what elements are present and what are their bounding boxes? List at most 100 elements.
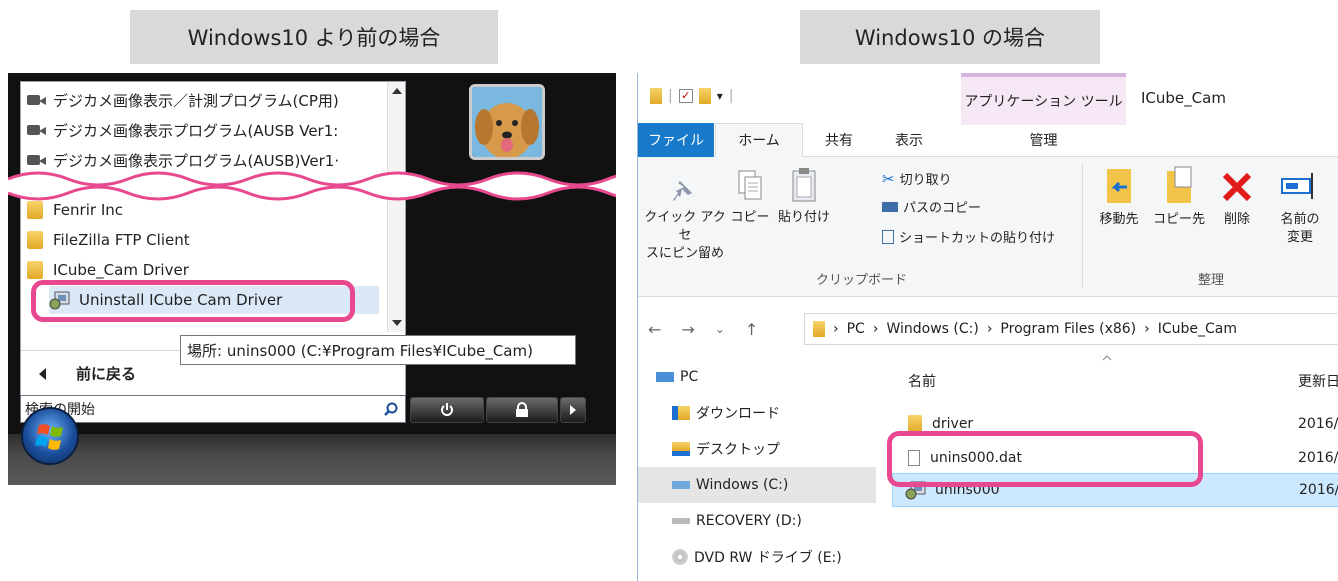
program-label: デジカメ画像表示プログラム(AUSB Ver1: (53, 121, 339, 140)
nav-dvd-e[interactable]: DVD RW ドライブ (E:) (638, 539, 876, 575)
group-separator (1082, 163, 1083, 287)
lock-button[interactable] (486, 397, 558, 423)
program-label: デジカメ画像表示／計測プログラム(CP用) (53, 91, 339, 110)
paste-label: 貼り付け (777, 210, 830, 225)
caption-windows10: Windows10 の場合 (800, 10, 1100, 64)
move-to-button[interactable]: 移動先 (1090, 165, 1148, 229)
user-avatar[interactable] (469, 84, 545, 160)
taskbar (8, 434, 616, 485)
paste-shortcut-button[interactable]: ショートカットの貼り付け (882, 227, 1055, 246)
nav-label: デスクトップ (696, 442, 780, 458)
column-header-name[interactable]: 名前 (908, 371, 936, 391)
rename-label-2: 変更 (1286, 230, 1313, 245)
tab-manage[interactable]: 管理 (961, 123, 1126, 157)
shutdown-options-button[interactable] (560, 397, 586, 423)
copy-path-button[interactable]: パスのコピー (882, 197, 981, 216)
file-date: 2016/ (1298, 450, 1338, 466)
scissors-icon: ✂ (882, 169, 895, 188)
rename-button[interactable]: 名前の 変更 (1270, 167, 1330, 247)
customize-toolbar-icon[interactable]: ▾ (717, 89, 723, 103)
sort-caret-icon (1102, 355, 1112, 361)
nav-label: Windows (C:) (696, 477, 789, 493)
tab-home[interactable]: ホーム (715, 123, 803, 157)
cut-label: 切り取り (899, 173, 952, 188)
chevron-right-icon (570, 405, 576, 415)
nav-label: ダウンロード (696, 406, 780, 422)
application-tools-context: アプリケーション ツール (961, 73, 1126, 125)
scroll-down-icon[interactable] (392, 320, 402, 326)
nav-label: DVD RW ドライブ (E:) (694, 550, 842, 566)
camera-icon (27, 123, 47, 137)
folder-label: ICube_Cam Driver (53, 261, 189, 279)
back-arrow-icon[interactable]: ← (648, 320, 661, 339)
move-to-icon (1107, 169, 1131, 203)
ribbon-home: クイック アクセ スにピン留め コピー 貼り付け ✂ 切り取り パスのコピー シ… (638, 157, 1338, 297)
copy-to-icon (1167, 166, 1192, 203)
pc-icon (656, 372, 674, 382)
copy-button[interactable]: コピー (730, 165, 770, 227)
breadcrumb-pc[interactable]: PC (847, 321, 865, 337)
copy-to-button[interactable]: コピー先 (1150, 165, 1208, 229)
lock-icon (516, 402, 528, 417)
pin-to-quick-access-button[interactable]: クイック アクセ スにピン留め (642, 175, 728, 263)
search-icon[interactable] (383, 401, 399, 417)
folder-icon (813, 321, 825, 337)
up-arrow-icon[interactable]: ↑ (745, 320, 758, 339)
windows-start-orb-icon[interactable] (21, 407, 79, 465)
breadcrumb-icube-cam[interactable]: ICube_Cam (1158, 321, 1237, 337)
recent-locations-icon[interactable]: ⌄ (715, 322, 725, 336)
shutdown-button[interactable] (410, 397, 484, 423)
pin-label-1: クイック アクセ (644, 210, 726, 243)
dvd-icon (672, 549, 688, 565)
folder-item[interactable]: FileZilla FTP Client (27, 226, 190, 254)
folder-icon (650, 88, 662, 104)
copy-path-icon (882, 201, 898, 212)
file-explorer-window: | ✓ ▾ | アプリケーション ツール ICube_Cam ファイル ホーム … (637, 73, 1338, 581)
properties-check-icon[interactable]: ✓ (678, 89, 693, 103)
organize-group-label: 整理 (1198, 273, 1225, 288)
paste-button[interactable]: 貼り付け (776, 165, 832, 227)
folder-icon (27, 261, 43, 279)
column-header-date[interactable]: 更新日 (1298, 371, 1338, 391)
paste-icon (792, 168, 816, 202)
breadcrumb-program-files-x86[interactable]: Program Files (x86) (1000, 321, 1136, 337)
rename-icon (1281, 173, 1313, 199)
drive-icon (672, 518, 690, 524)
search-input[interactable]: 検索の開始 (20, 395, 406, 423)
dog-avatar-icon (472, 87, 542, 157)
back-label: 前に戻る (76, 365, 137, 383)
new-folder-icon[interactable] (698, 88, 711, 104)
power-controls (410, 397, 586, 423)
tab-view[interactable]: 表示 (874, 123, 944, 157)
nav-desktop[interactable]: デスクトップ (638, 431, 876, 467)
nav-recovery-d[interactable]: RECOVERY (D:) (638, 503, 876, 539)
program-list-scrollbar[interactable] (387, 82, 405, 332)
cut-wave (8, 171, 616, 201)
copy-path-label: パスのコピー (903, 201, 982, 216)
copy-label: コピー (730, 210, 770, 225)
program-item[interactable]: デジカメ画像表示／計測プログラム(CP用) (27, 86, 387, 114)
window-title: ICube_Cam (1141, 89, 1226, 107)
cut-button[interactable]: ✂ 切り取り (882, 169, 952, 189)
nav-downloads[interactable]: ダウンロード (638, 395, 876, 431)
paste-shortcut-icon (882, 229, 894, 244)
start-menu: デジカメ画像表示／計測プログラム(CP用) デジカメ画像表示プログラム(AUSB… (8, 73, 616, 485)
nav-pc[interactable]: PC (638, 359, 876, 395)
folder-icon (27, 231, 43, 249)
tab-file[interactable]: ファイル (638, 123, 714, 157)
breadcrumb[interactable]: › PC › Windows (C:) › Program Files (x86… (804, 313, 1338, 345)
forward-arrow-icon[interactable]: → (681, 320, 694, 339)
unins000-highlight (887, 431, 1203, 487)
breadcrumb-windows-c[interactable]: Windows (C:) (886, 321, 978, 337)
pin-label-2: スにピン留め (645, 246, 724, 261)
file-date: 2016/ (1299, 482, 1338, 498)
delete-button[interactable]: 削除 (1216, 167, 1258, 229)
ribbon-tabs: ファイル ホーム 共有 表示 管理 (638, 119, 1338, 157)
program-item[interactable]: デジカメ画像表示プログラム(AUSB Ver1: (27, 116, 387, 144)
delete-label: 削除 (1223, 212, 1250, 227)
nav-windows-c[interactable]: Windows (C:) (638, 467, 876, 503)
caption-before-windows10: Windows10 より前の場合 (130, 10, 498, 64)
tab-share[interactable]: 共有 (804, 123, 874, 157)
navigation-pane: PC ダウンロード デスクトップ Windows (C:) RECOVERY (… (638, 347, 876, 581)
scroll-up-icon[interactable] (392, 88, 402, 94)
